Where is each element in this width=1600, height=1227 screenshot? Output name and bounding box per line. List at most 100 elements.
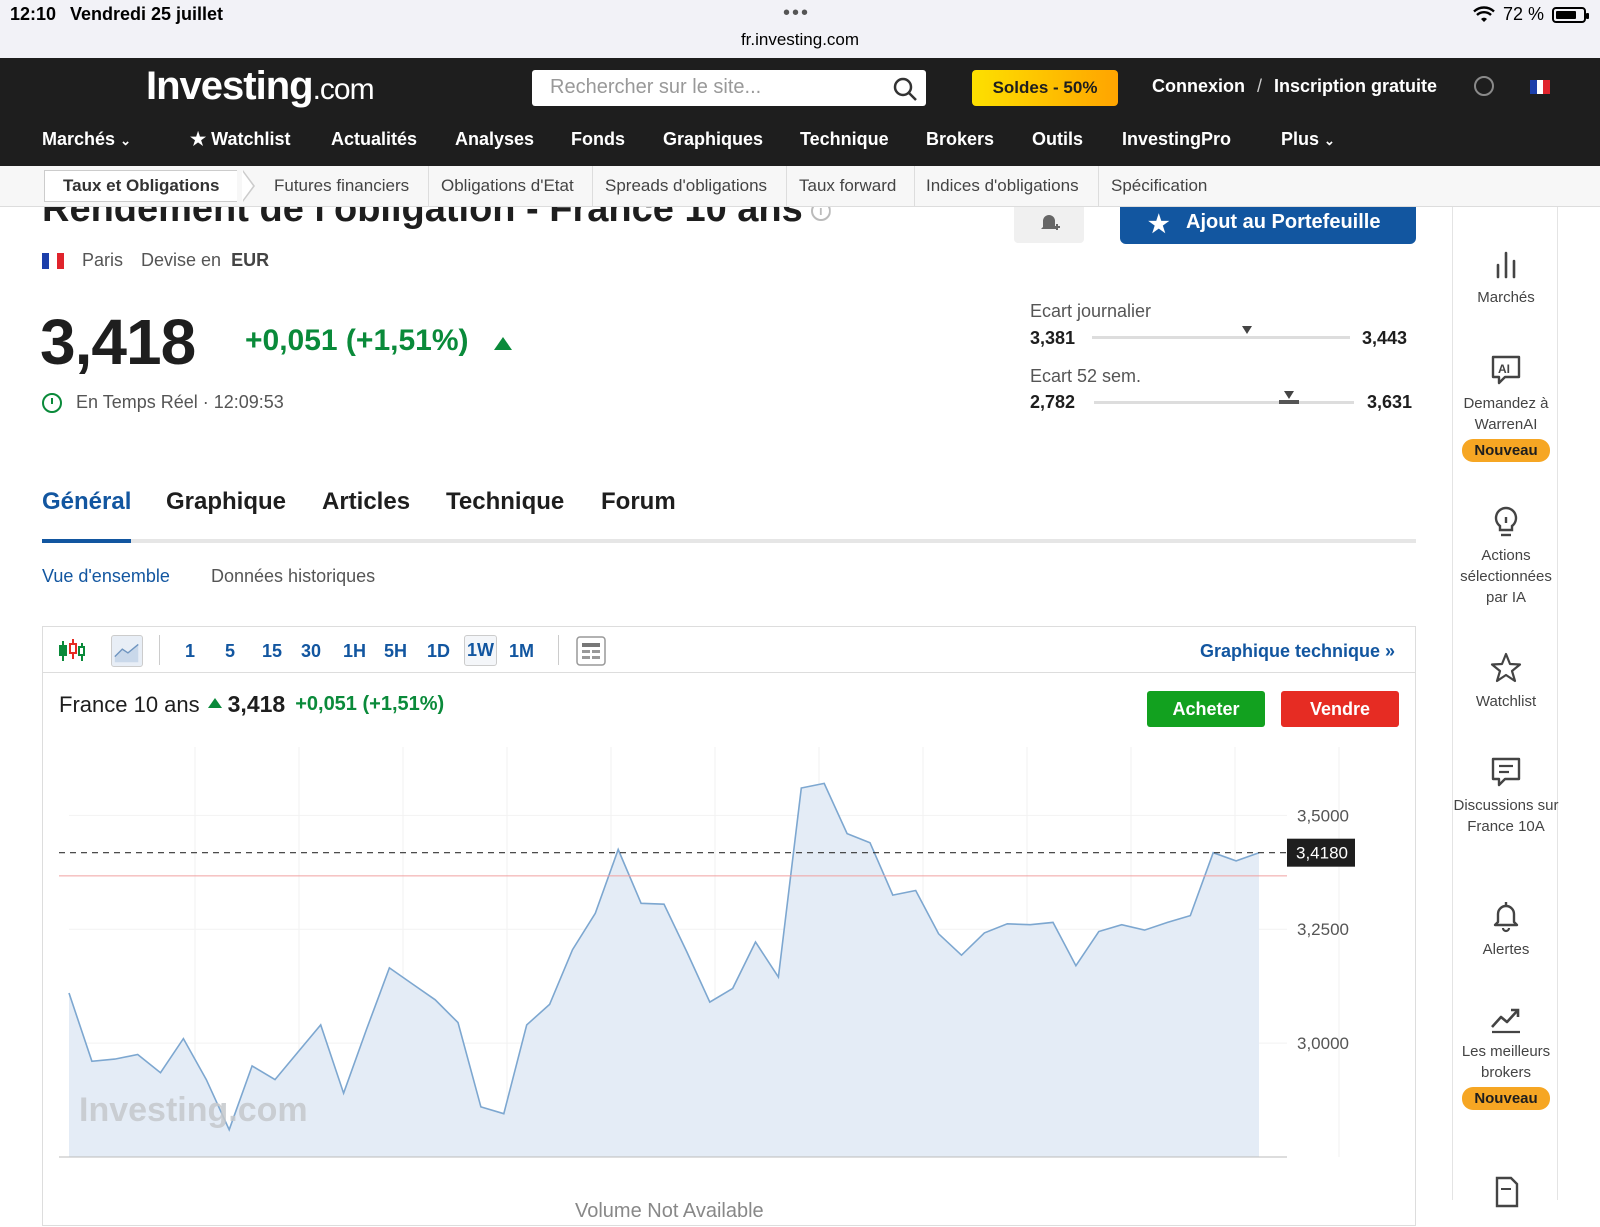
- france-flag-icon[interactable]: [1530, 80, 1551, 94]
- add-alert-button[interactable]: [1014, 207, 1084, 243]
- interval-1d[interactable]: 1D: [427, 641, 450, 662]
- interval-30[interactable]: 30: [301, 641, 321, 662]
- subnav-spreads[interactable]: Spreads d'obligations: [605, 166, 767, 207]
- main-nav: Marchés ⌄ ★ Watchlist Actualités Analyse…: [0, 116, 1600, 166]
- buy-button[interactable]: Acheter: [1147, 691, 1265, 727]
- nav-plus[interactable]: Plus ⌄: [1281, 129, 1335, 150]
- signup-link[interactable]: Inscription gratuite: [1274, 76, 1437, 96]
- interval-1m[interactable]: 1M: [509, 641, 534, 662]
- currency-value: EUR: [231, 250, 270, 270]
- battery-icon: [1552, 6, 1589, 23]
- last-price: 3,418: [40, 306, 196, 378]
- tab-underline-active: [42, 539, 131, 543]
- sidebar-item-warrenai[interactable]: AI Demandez à WarrenAI Nouveau: [1453, 353, 1559, 462]
- star-icon: ★: [1148, 211, 1170, 238]
- france-flag-icon: [42, 252, 64, 269]
- clock-icon: [42, 392, 62, 413]
- search-input[interactable]: [550, 70, 880, 104]
- interval-1w[interactable]: 1W: [464, 635, 497, 666]
- divider: [786, 166, 787, 207]
- nav-fonds[interactable]: Fonds: [571, 129, 625, 150]
- interval-5[interactable]: 5: [225, 641, 235, 662]
- technical-chart-link[interactable]: Graphique technique »: [1200, 641, 1395, 662]
- subnav-taux-forward[interactable]: Taux forward: [799, 166, 896, 207]
- daily-range-bar: [1092, 336, 1350, 339]
- subnav-taux-obligations[interactable]: Taux et Obligations: [44, 170, 238, 202]
- subtab-overview[interactable]: Vue d'ensemble: [42, 566, 170, 587]
- bell-icon: [1493, 902, 1519, 933]
- interval-1h[interactable]: 1H: [343, 641, 366, 662]
- new-badge: Nouveau: [1462, 439, 1550, 462]
- subtab-historical[interactable]: Données historiques: [211, 566, 375, 587]
- chart-price: 3,418: [227, 691, 286, 717]
- site-header: Investing.com Soldes - 50% Connexion/Ins…: [0, 58, 1600, 166]
- table-view-icon[interactable]: [575, 635, 607, 667]
- nav-analyses[interactable]: Analyses: [455, 129, 534, 150]
- sidebar-item-marches[interactable]: Marchés: [1453, 247, 1559, 308]
- sidebar-item-ai-picks[interactable]: Actions sélectionnées par IA: [1453, 505, 1559, 608]
- chart-header: France 10 ans 3,418 +0,051 (+1,51%): [59, 691, 444, 718]
- week52-range-label: Ecart 52 sem.: [1030, 366, 1142, 386]
- interval-5h[interactable]: 5H: [384, 641, 407, 662]
- add-to-portfolio-button[interactable]: ★ Ajout au Portefeuille: [1120, 207, 1416, 244]
- y-tick-label: 3,5000: [1297, 806, 1349, 825]
- interval-1[interactable]: 1: [185, 641, 195, 662]
- promo-button[interactable]: Soldes - 50%: [972, 70, 1118, 106]
- chat-icon: [1491, 757, 1521, 787]
- tab-articles[interactable]: Articles: [322, 488, 410, 516]
- y-tick-label: 3,0000: [1297, 1034, 1349, 1053]
- sidebar-item-more[interactable]: [1453, 1175, 1559, 1215]
- area-chart-icon[interactable]: [111, 635, 143, 667]
- divider: [914, 166, 915, 207]
- daily-range-label: Ecart journalier: [1030, 301, 1152, 321]
- week52-range-low: 2,782: [1030, 392, 1076, 412]
- nav-actualites[interactable]: Actualités: [331, 129, 417, 150]
- tab-technique[interactable]: Technique: [446, 488, 564, 516]
- nav-brokers[interactable]: Brokers: [926, 129, 994, 150]
- currency-label: Devise en: [141, 250, 222, 270]
- bell-plus-icon: [1041, 215, 1060, 230]
- sidebar-item-discussions[interactable]: Discussions sur France 10A: [1453, 755, 1559, 837]
- sidebar-item-alertes[interactable]: Alertes: [1453, 899, 1559, 960]
- nav-watchlist[interactable]: ★ Watchlist: [190, 129, 291, 150]
- exchange-name: Paris: [82, 250, 124, 270]
- nav-investingpro[interactable]: InvestingPro: [1122, 129, 1231, 150]
- tab-forum[interactable]: Forum: [601, 488, 676, 516]
- auth-links: Connexion / Inscription gratuite: [1152, 76, 1438, 96]
- tab-general[interactable]: Général: [42, 488, 131, 516]
- sidebar-item-brokers[interactable]: Les meilleurs brokers Nouveau: [1453, 1001, 1559, 1110]
- subnav-futures[interactable]: Futures financiers: [274, 166, 409, 207]
- clock-icon[interactable]: [1474, 76, 1494, 96]
- candlestick-icon[interactable]: [55, 635, 87, 667]
- status-date: Vendredi 25 juillet: [70, 4, 224, 24]
- nav-marches[interactable]: Marchés ⌄: [42, 129, 131, 150]
- nav-graphiques[interactable]: Graphiques: [663, 129, 763, 150]
- tab-underline-track: [42, 539, 1416, 543]
- address-url[interactable]: fr.investing.com: [0, 30, 1600, 50]
- subnav-indices[interactable]: Indices d'obligations: [926, 166, 1079, 207]
- nav-technique[interactable]: Technique: [800, 129, 889, 150]
- login-link[interactable]: Connexion: [1152, 76, 1245, 96]
- realtime-status: En Temps Réel · 12:09:53: [42, 392, 284, 413]
- week52-range-bar: [1094, 401, 1354, 404]
- chart-instrument-name: France 10 ans: [59, 691, 200, 717]
- battery-percent: 72 %: [1502, 4, 1544, 24]
- tab-graphique[interactable]: Graphique: [166, 488, 286, 516]
- subnav-specification[interactable]: Spécification: [1111, 166, 1207, 207]
- interval-15[interactable]: 15: [262, 641, 282, 662]
- nav-outils[interactable]: Outils: [1032, 129, 1083, 150]
- search-box[interactable]: [532, 70, 926, 106]
- search-icon[interactable]: [892, 76, 918, 102]
- more-dots-icon[interactable]: •••: [783, 2, 810, 25]
- lightbulb-icon: [1494, 506, 1518, 537]
- sidebar-item-watchlist[interactable]: Watchlist: [1453, 651, 1559, 712]
- star-icon: [1490, 652, 1522, 683]
- price-chart[interactable]: 3,5000 3,2500 3,0000 3,4180 Investing.com Vol…: [43, 727, 1415, 1227]
- daily-range-low: 3,381: [1030, 328, 1076, 348]
- sell-button[interactable]: Vendre: [1281, 691, 1399, 727]
- ai-icon: AI: [1491, 355, 1521, 385]
- week52-range-fill: [1279, 400, 1299, 404]
- investing-logo[interactable]: Investing.com: [146, 64, 375, 109]
- subnav-obligations-etat[interactable]: Obligations d'Etat: [441, 166, 574, 207]
- week52-range-high: 3,631: [1367, 392, 1413, 412]
